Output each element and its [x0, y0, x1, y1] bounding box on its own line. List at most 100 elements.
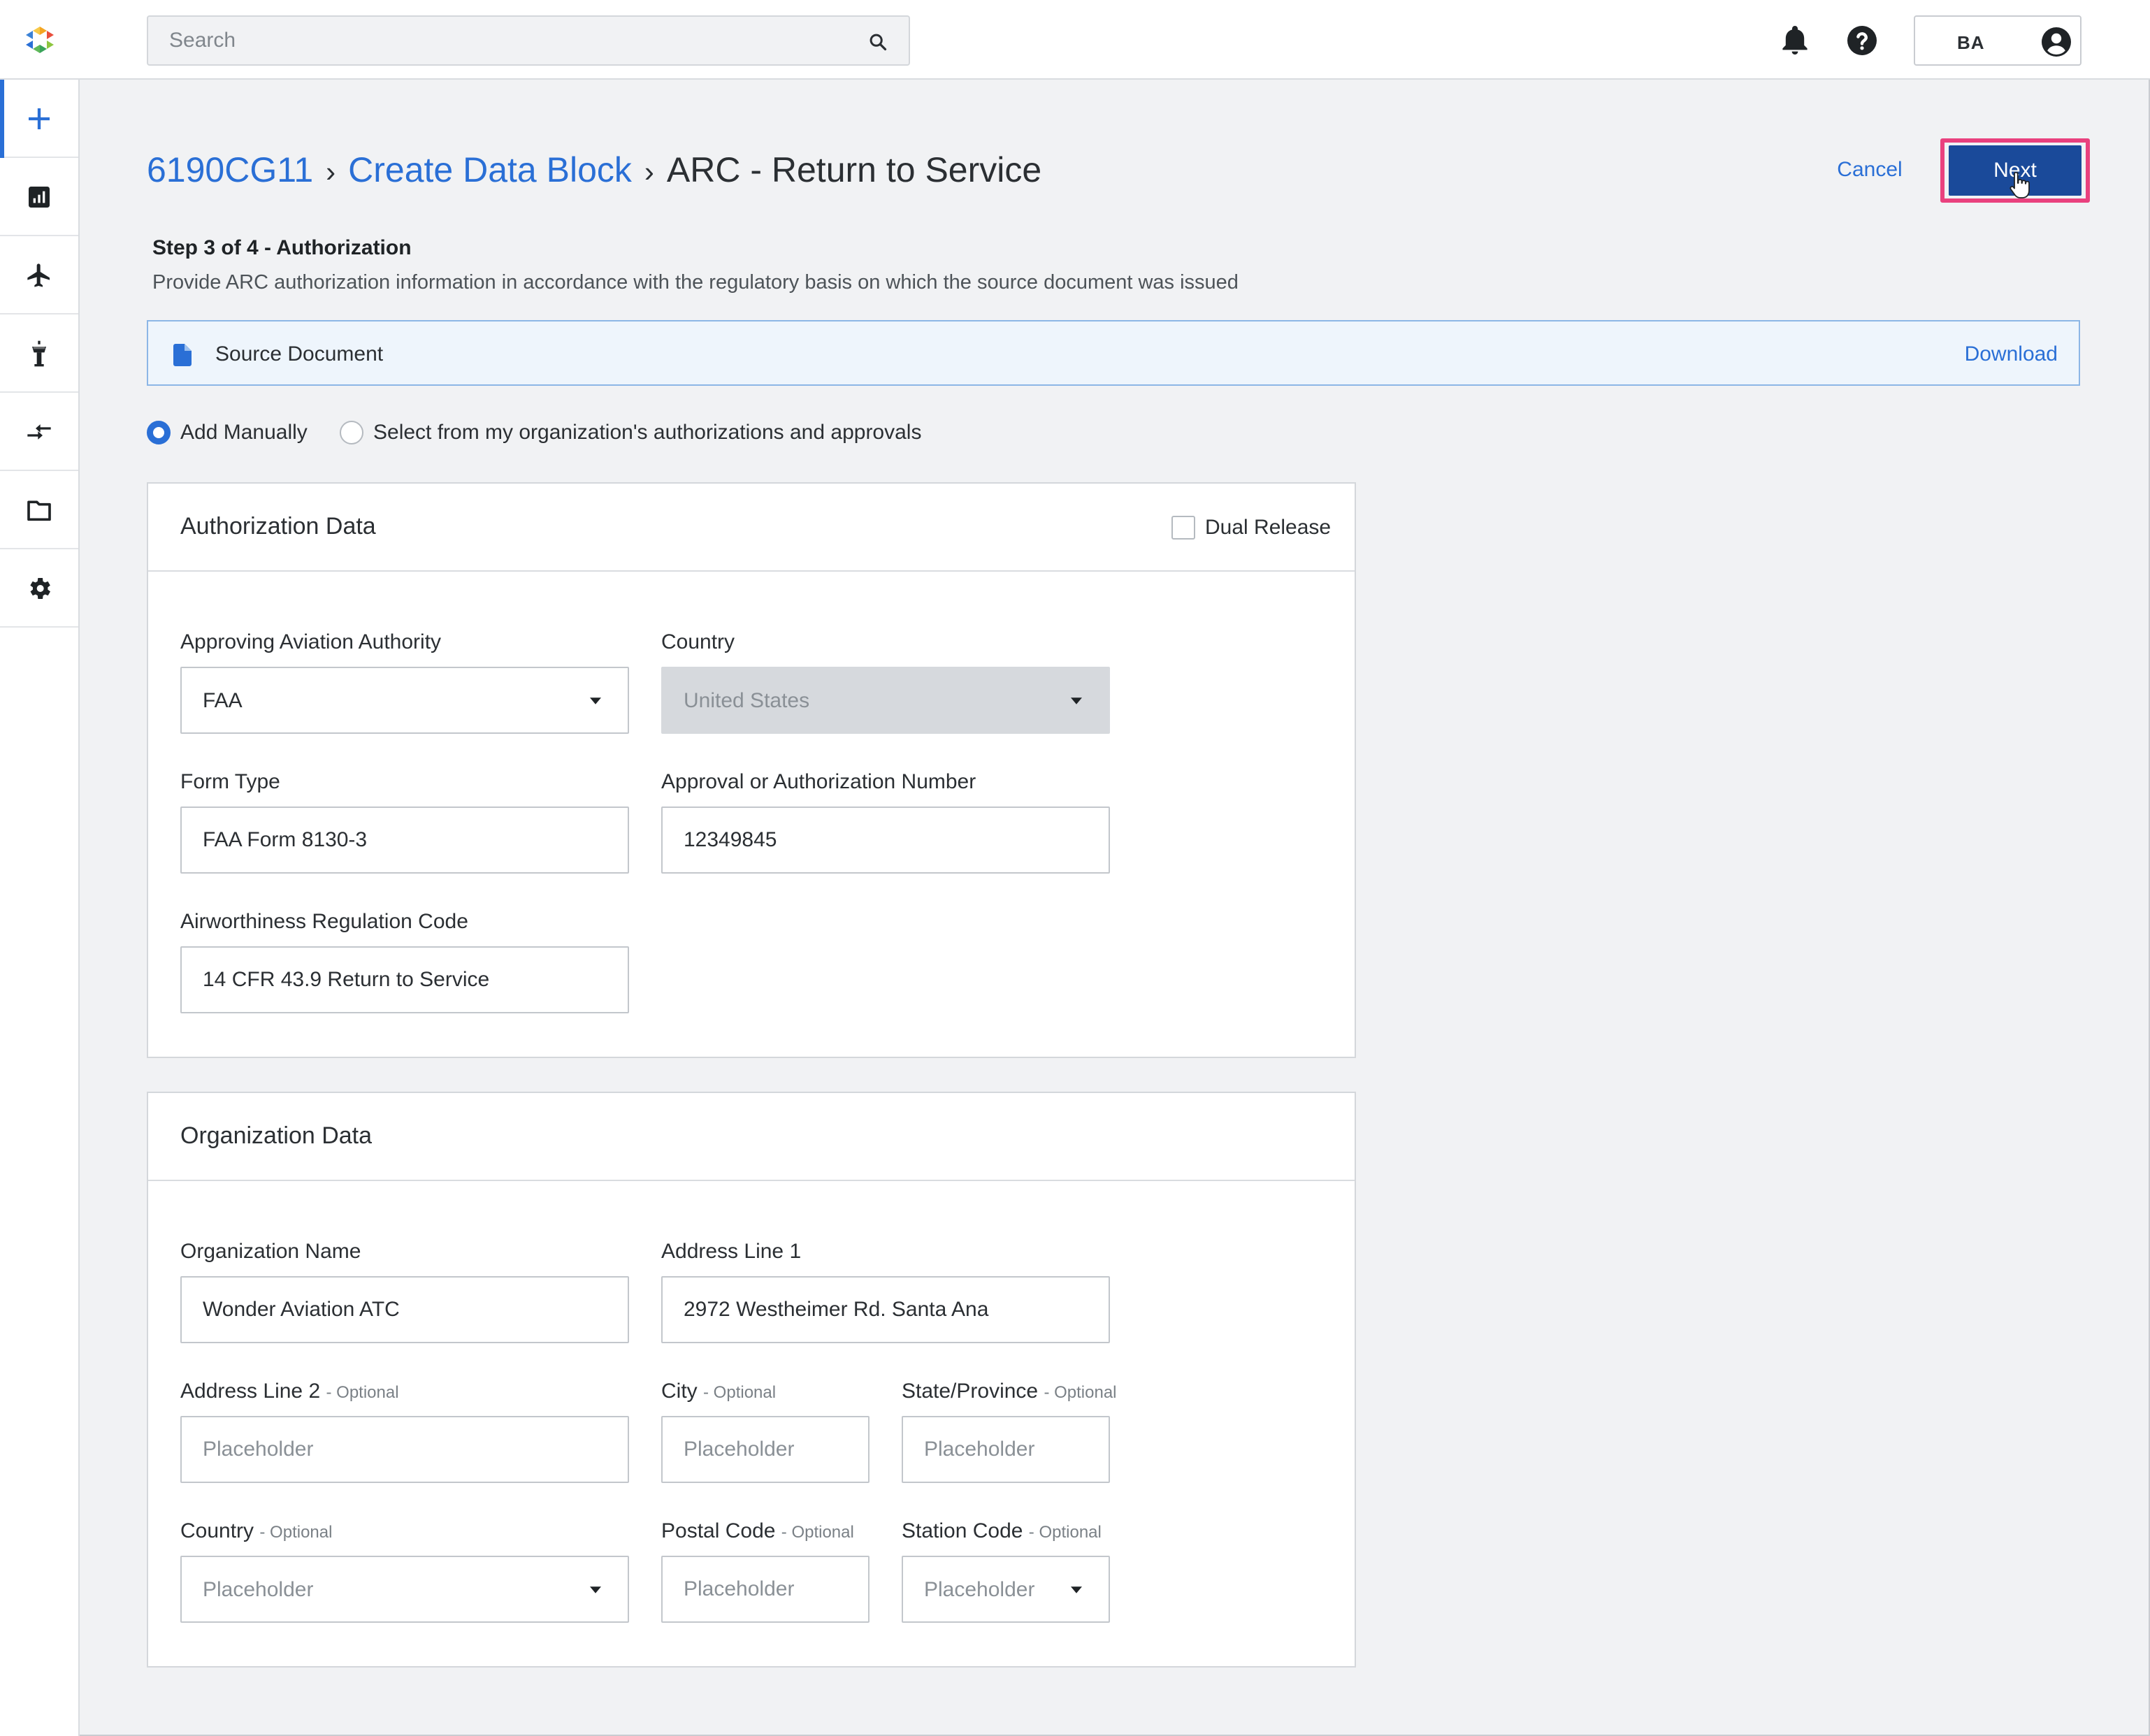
organization-card-header: Organization Data [148, 1093, 1355, 1181]
sidebar-nav [0, 80, 80, 1736]
breadcrumb-separator: › [326, 155, 336, 188]
form-type-field[interactable] [180, 806, 629, 874]
account-icon [2042, 27, 2071, 57]
radio-label-add-manually[interactable]: Add Manually [180, 421, 308, 444]
radio-label-select-from-organization[interactable]: Select from my organization's authorizat… [373, 421, 921, 444]
authorization-card-header: Authorization Data Dual Release [148, 484, 1355, 572]
organization-card-title: Organization Data [180, 1122, 373, 1149]
folder-icon [27, 500, 51, 521]
authority-value: FAA [203, 689, 243, 712]
postal-code-field[interactable] [661, 1556, 870, 1623]
sidebar-item-aircraft[interactable] [0, 236, 78, 314]
hand-pointer-cursor-icon [2010, 172, 2030, 198]
caret-down-icon [1071, 697, 1082, 704]
form-type-input[interactable] [182, 808, 628, 872]
postal-code-input[interactable] [663, 1557, 868, 1621]
optional-tag: - Optional [259, 1523, 333, 1542]
address-line-2-label: Address Line 2 - Optional [180, 1380, 399, 1403]
org-name-field[interactable] [180, 1276, 629, 1343]
authority-label: Approving Aviation Authority [180, 630, 442, 653]
address-line-2-label-text: Address Line 2 [180, 1380, 321, 1403]
org-country-label-text: Country [180, 1519, 254, 1542]
chart-icon [29, 187, 50, 208]
address-line-1-field[interactable] [661, 1276, 1110, 1343]
help-icon[interactable] [1845, 24, 1879, 57]
org-country-select[interactable]: Placeholder [180, 1556, 629, 1623]
page-title: ARC - Return to Service [666, 150, 1042, 189]
address-line-2-input[interactable] [182, 1417, 628, 1482]
postal-code-label: Postal Code - Optional [661, 1519, 854, 1543]
org-country-label: Country - Optional [180, 1519, 332, 1543]
country-label: Country [661, 630, 735, 653]
sidebar-item-tower[interactable] [0, 314, 78, 393]
document-icon [173, 344, 192, 366]
download-link[interactable]: Download [1965, 342, 2058, 366]
optional-tag: - Optional [326, 1383, 399, 1402]
optional-tag: - Optional [1028, 1523, 1102, 1542]
radio-select-from-organization[interactable] [340, 421, 363, 444]
authorization-card-title: Authorization Data [180, 513, 376, 540]
dual-release-label[interactable]: Dual Release [1205, 516, 1331, 540]
dual-release-checkbox[interactable] [1171, 516, 1195, 540]
form-type-label: Form Type [180, 770, 280, 793]
state-label: State/Province - Optional [902, 1380, 1117, 1403]
authority-select[interactable]: FAA [180, 667, 629, 734]
source-document-bar: Source Document Download [147, 320, 2080, 386]
sidebar-item-settings[interactable] [0, 549, 78, 628]
step-title: Step 3 of 4 - Authorization [152, 236, 412, 259]
city-input[interactable] [663, 1417, 868, 1482]
radio-add-manually[interactable] [147, 421, 171, 444]
organization-data-card: Organization Data Organization Name Addr… [147, 1092, 1356, 1668]
search-box[interactable] [147, 15, 910, 66]
country-select-disabled: United States [661, 667, 1110, 734]
regulation-code-field[interactable] [180, 946, 629, 1013]
top-bar: BA [0, 0, 2150, 80]
gear-icon [30, 578, 50, 599]
org-name-input[interactable] [182, 1278, 628, 1342]
search-input[interactable] [148, 17, 909, 64]
plus-icon [29, 108, 50, 129]
sidebar-item-folders[interactable] [0, 471, 78, 549]
org-name-label: Organization Name [180, 1240, 361, 1263]
state-field[interactable] [902, 1416, 1110, 1483]
country-value: United States [684, 689, 810, 712]
station-code-label-text: Station Code [902, 1519, 1023, 1542]
step-description: Provide ARC authorization information in… [152, 271, 1239, 294]
caret-down-icon [1071, 1586, 1082, 1593]
city-label: City - Optional [661, 1380, 776, 1403]
station-code-label: Station Code - Optional [902, 1519, 1102, 1543]
search-icon[interactable] [868, 32, 888, 52]
regulation-code-label: Airworthiness Regulation Code [180, 910, 468, 933]
approval-number-input[interactable] [663, 808, 1109, 872]
breadcrumb: 6190CG11 › Create Data Block › ARC - Return … [147, 147, 1041, 193]
address-line-1-input[interactable] [663, 1278, 1109, 1342]
sidebar-item-transfers[interactable] [0, 393, 78, 471]
sidebar-item-reports[interactable] [0, 158, 78, 236]
app-logo-icon[interactable] [24, 25, 56, 55]
city-field[interactable] [661, 1416, 870, 1483]
optional-tag: - Optional [781, 1523, 854, 1542]
cancel-button[interactable]: Cancel [1817, 147, 1922, 193]
regulation-code-input[interactable] [182, 948, 628, 1012]
breadcrumb-link-record[interactable]: 6190CG11 [147, 150, 313, 189]
caret-down-icon [590, 1586, 601, 1593]
optional-tag: - Optional [703, 1383, 777, 1402]
state-label-text: State/Province [902, 1380, 1039, 1403]
station-code-select[interactable]: Placeholder [902, 1556, 1110, 1623]
caret-down-icon [590, 697, 601, 704]
breadcrumb-separator: › [644, 155, 654, 188]
airplane-icon [27, 263, 50, 287]
address-line-2-field[interactable] [180, 1416, 629, 1483]
user-menu-button[interactable]: BA [1914, 15, 2082, 66]
approval-number-field[interactable] [661, 806, 1110, 874]
state-input[interactable] [903, 1417, 1109, 1482]
city-label-text: City [661, 1380, 698, 1403]
breadcrumb-link-create-data-block[interactable]: Create Data Block [348, 150, 632, 189]
sidebar-item-create[interactable] [0, 80, 78, 158]
approval-number-label: Approval or Authorization Number [661, 770, 976, 793]
org-country-placeholder: Placeholder [203, 1578, 314, 1601]
transfer-arrows-icon [27, 424, 51, 440]
user-initials: BA [1957, 32, 1985, 53]
bell-icon[interactable] [1778, 24, 1812, 57]
source-document-label: Source Document [215, 342, 384, 366]
